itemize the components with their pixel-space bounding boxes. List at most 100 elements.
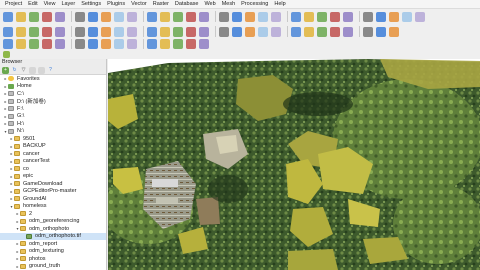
- menu-edit[interactable]: Edit: [28, 0, 37, 9]
- deselect-icon[interactable]: [291, 11, 301, 22]
- zoom-in-icon[interactable]: [271, 26, 281, 37]
- measure-icon[interactable]: [376, 11, 386, 22]
- attribute-table-icon[interactable]: [88, 26, 98, 37]
- refresh-icon[interactable]: [147, 26, 157, 37]
- map-canvas[interactable]: [108, 59, 480, 270]
- menu-vector[interactable]: Vector: [131, 0, 147, 9]
- identify-icon[interactable]: [258, 11, 268, 22]
- tree-item[interactable]: ▸ G:\: [0, 113, 106, 121]
- zoom-full-icon[interactable]: [147, 11, 157, 22]
- statistics-icon[interactable]: [55, 26, 65, 37]
- zoom-in-icon[interactable]: [42, 39, 52, 49]
- open-project-icon[interactable]: [16, 11, 26, 22]
- tree-item[interactable]: ▸ Favorites: [0, 75, 106, 83]
- select-feature-icon[interactable]: [114, 26, 124, 37]
- tree-item[interactable]: ▸ 9501: [0, 135, 106, 143]
- tree-item[interactable]: ▸ cancerTest: [0, 158, 106, 166]
- tree-item[interactable]: ▸ GCPEditorPro-master: [0, 188, 106, 196]
- toolbox-icon[interactable]: [42, 26, 52, 37]
- pan-icon[interactable]: [88, 11, 98, 22]
- zoom-full-icon[interactable]: [245, 26, 255, 37]
- tree-item[interactable]: ▸ GroundAI: [0, 195, 106, 203]
- plugin-b-icon[interactable]: [415, 11, 425, 22]
- new-map-view-icon[interactable]: [147, 39, 157, 49]
- tree-item[interactable]: ▸ ground_truth: [0, 263, 106, 270]
- new-project-icon[interactable]: [389, 26, 399, 37]
- temporal-icon[interactable]: [160, 26, 170, 37]
- menu-raster[interactable]: Raster: [153, 0, 169, 9]
- open-project-icon[interactable]: [376, 26, 386, 37]
- print-layout-icon[interactable]: [330, 26, 340, 37]
- field-calculator-icon[interactable]: [317, 11, 327, 22]
- zoom-layer-icon[interactable]: [88, 39, 98, 49]
- refresh-icon[interactable]: [245, 11, 255, 22]
- temporal-icon[interactable]: [232, 11, 242, 22]
- new-map-view-icon[interactable]: [219, 11, 229, 22]
- help-icon[interactable]: ?: [47, 67, 54, 74]
- refresh-icon[interactable]: [173, 39, 183, 49]
- zoom-next-icon[interactable]: [186, 26, 196, 37]
- tree-item[interactable]: ▸ C:\: [0, 90, 106, 98]
- zoom-out-icon[interactable]: [55, 39, 65, 49]
- tree-item[interactable]: ▾ N:\: [0, 128, 106, 136]
- menu-web[interactable]: Web: [204, 0, 215, 9]
- zoom-last-icon[interactable]: [186, 11, 196, 22]
- pan-icon[interactable]: [304, 26, 314, 37]
- menu-project[interactable]: Project: [5, 0, 22, 9]
- menu-database[interactable]: Database: [175, 0, 199, 9]
- menu-help[interactable]: Help: [274, 0, 285, 9]
- zoom-next-icon[interactable]: [127, 39, 137, 49]
- toolbox-icon[interactable]: [343, 11, 353, 22]
- tree-item[interactable]: ▸ co: [0, 165, 106, 173]
- layout-manager-icon[interactable]: [75, 11, 85, 22]
- menu-plugins[interactable]: Plugins: [107, 0, 125, 9]
- menu-view[interactable]: View: [44, 0, 56, 9]
- zoom-layer-icon[interactable]: [232, 26, 242, 37]
- map-tips-icon[interactable]: [29, 26, 39, 37]
- tree-item[interactable]: ▸ cancer: [0, 150, 106, 158]
- annotation-icon[interactable]: [3, 26, 13, 37]
- tree-item[interactable]: ▸ H:\: [0, 120, 106, 128]
- map-tips-icon[interactable]: [363, 11, 373, 22]
- select-feature-icon[interactable]: [199, 39, 209, 49]
- select-feature-icon[interactable]: [271, 11, 281, 22]
- zoom-out-icon[interactable]: [258, 26, 268, 37]
- save-project-icon[interactable]: [363, 26, 373, 37]
- statistics-icon[interactable]: [330, 11, 340, 22]
- enable-properties-icon[interactable]: [38, 66, 45, 74]
- panel-layer-icon[interactable]: [3, 50, 10, 58]
- save-project-icon[interactable]: [29, 11, 39, 22]
- zoom-full-icon[interactable]: [75, 39, 85, 49]
- pan-icon[interactable]: [16, 39, 26, 49]
- tree-item[interactable]: ▸ D:\ (新加卷): [0, 98, 106, 105]
- menu-layer[interactable]: Layer: [61, 0, 75, 9]
- filter-icon[interactable]: ▽: [20, 67, 27, 74]
- tree-item[interactable]: ▸ epic: [0, 173, 106, 181]
- annotation-icon[interactable]: [389, 11, 399, 22]
- refresh-icon[interactable]: ↻: [11, 67, 18, 74]
- tree-item[interactable]: ▸ GameDownload: [0, 180, 106, 188]
- identify-icon[interactable]: [127, 26, 137, 37]
- menu-settings[interactable]: Settings: [81, 0, 101, 9]
- tree-item[interactable]: ▸ F:\: [0, 105, 106, 113]
- zoom-last-icon[interactable]: [114, 39, 124, 49]
- layout-manager-icon[interactable]: [3, 39, 13, 49]
- measure-icon[interactable]: [16, 26, 26, 37]
- tree-item[interactable]: ▸ odm_georeferencing: [0, 218, 106, 226]
- layout-manager-icon[interactable]: [317, 26, 327, 37]
- save-as-icon[interactable]: [343, 26, 353, 37]
- add-layer-icon[interactable]: +: [2, 66, 9, 74]
- print-layout-icon[interactable]: [55, 11, 65, 22]
- tree-item[interactable]: ▸ odm_report: [0, 240, 106, 248]
- zoom-selection-icon[interactable]: [173, 11, 183, 22]
- tree-item[interactable]: ▾ homeless: [0, 203, 106, 211]
- zoom-next-icon[interactable]: [199, 11, 209, 22]
- new-project-icon[interactable]: [3, 11, 13, 22]
- pan-to-selection-icon[interactable]: [101, 11, 111, 22]
- pan-to-selection-icon[interactable]: [291, 26, 301, 37]
- tree-item[interactable]: ▸ Home: [0, 83, 106, 91]
- menu-mesh[interactable]: Mesh: [222, 0, 235, 9]
- zoom-out-icon[interactable]: [127, 11, 137, 22]
- tree-item[interactable]: ▸ 2: [0, 210, 106, 218]
- save-as-icon[interactable]: [42, 11, 52, 22]
